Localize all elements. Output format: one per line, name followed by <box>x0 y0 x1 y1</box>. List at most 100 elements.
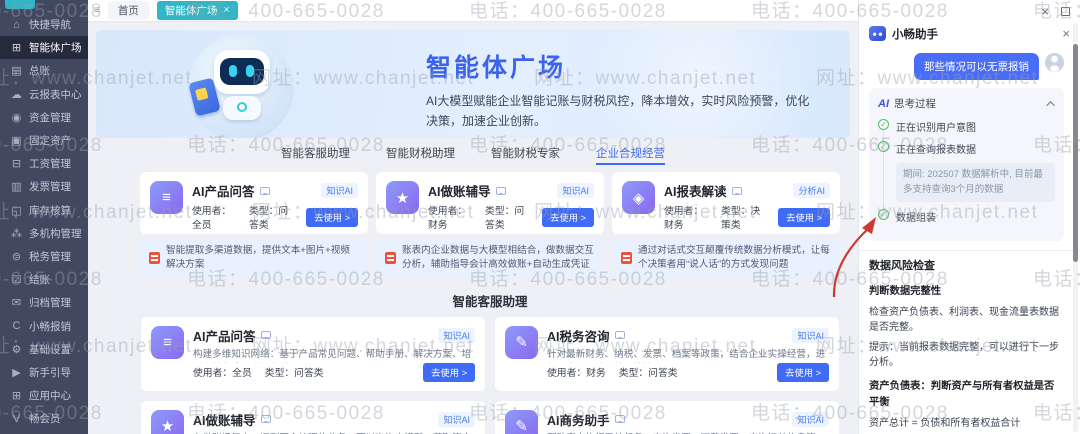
agent-card-body[interactable]: ★ AI做账辅导 知识AI 在做账场景中，遇到不会处理的业务，可以咨询大模型，获… <box>376 172 604 234</box>
sidebar-item-general-ledger[interactable]: ▤ 总账 <box>0 59 88 82</box>
agent-card[interactable]: ✎ AI商务助手 知识AI 帮助客户执行系统任务，查询发票、下载发票、查询订单信… <box>494 399 840 434</box>
closing-icon: ☑ <box>11 274 22 287</box>
org-icon: ⁂ <box>11 227 22 240</box>
robot-eye <box>246 65 254 77</box>
use-button[interactable]: 去使用 > <box>542 207 594 227</box>
sidebar-item-expense[interactable]: C 小畅报销 <box>0 314 88 337</box>
sidebar-item-funds[interactable]: ◉ 资金管理 <box>0 106 88 129</box>
sidebar-item-invoices[interactable]: ▥ 发票管理 <box>0 175 88 198</box>
agent-card[interactable]: ≡ AI产品问答 知识AI 构建多维知识网络：基于产品常见问题、帮助手册、解决方… <box>140 315 486 392</box>
sidebar: ⌂ 快捷导航 ⊞ 智能体广场 ▤ 总账 ☁ 云报表中心 ◉ 资金管理 ▣ 固定资… <box>0 0 88 434</box>
check-icon <box>878 209 889 221</box>
tab-smart-service[interactable]: 智能客服助理 <box>281 145 350 165</box>
close-tab-icon[interactable]: × <box>223 5 229 16</box>
sidebar-item-label: 固定资产 <box>29 135 71 148</box>
thinking-card: AI 思考过程 正在识别用户意图 正在查询报表数据 期间: 202507 数据解… <box>869 88 1064 242</box>
card-type: 类型：问答类 <box>618 368 678 380</box>
thinking-label: 思考过程 <box>894 98 936 110</box>
collapse-menu-icon[interactable]: ≡ <box>94 5 100 16</box>
card-note-text: 智能提取多渠道数据，提供文本+图片+视频解决方案 <box>166 245 350 270</box>
card-title: AI产品问答 <box>193 329 256 344</box>
ai-badge: 知识AI <box>321 183 358 198</box>
use-button[interactable]: 去使用 > <box>306 207 358 227</box>
thinking-step: 数据组装 <box>878 209 1055 224</box>
main-content: 智能体广场 AI大模型赋能企业智能记账与财税风控，降本增效，实时风险预警，优化决… <box>88 22 858 434</box>
agent-card[interactable]: ✎ AI税务咨询 知识AI 针对最新财务、纳税、发票、档案等政策，结合企业实操经… <box>494 315 840 392</box>
inventory-icon: ◱ <box>11 204 22 217</box>
scrollbar-thumb[interactable] <box>1073 44 1078 262</box>
asset-icon: ▣ <box>11 135 22 148</box>
sidebar-item-app-center[interactable]: ⊞ 应用中心 <box>0 384 88 407</box>
assistant-panel: × 小畅助手 × 那些情况可以无票报销 AI 思考过程 ✓ 正在识别用户意图 ✓… <box>858 0 1080 434</box>
agent-card: ★ AI做账辅导 知识AI 在做账场景中，遇到不会处理的业务，可以咨询大模型，获… <box>376 172 604 277</box>
card-note-text: 账表内企业数据与大模型相结合，做数据交互分析，辅助指导会计高效做账+自动生成凭证 <box>402 245 594 270</box>
sidebar-item-label: 智能体广场 <box>29 42 82 55</box>
step-text: 正在识别用户意图 <box>896 123 976 134</box>
sidebar-item-label: 工资管理 <box>29 158 71 171</box>
sidebar-item-quick-nav[interactable]: ⌂ 快捷导航 <box>0 13 88 36</box>
chevron-up-icon[interactable] <box>1046 100 1055 110</box>
tab-compliance[interactable]: 企业合规经营 <box>596 145 665 165</box>
chat-bubble-icon <box>731 186 742 195</box>
main-column: ≡ 首页 智能体广场 × 智能体广场 AI大模型赋能企业智能记账与财税风控，降本… <box>88 0 858 434</box>
use-button[interactable]: 去使用 > <box>778 207 830 227</box>
use-button[interactable]: 去使用 > <box>423 362 475 382</box>
close-icon[interactable]: × <box>1041 5 1049 18</box>
close-assistant-icon[interactable]: × <box>1062 27 1070 40</box>
guide-icon: ▶ <box>12 366 21 379</box>
page-subtitle: AI大模型赋能企业智能记账与财税风控，降本增效，实时风险预警，优化决策，加速企业… <box>426 94 810 128</box>
plaza-icon: ⊞ <box>11 42 22 55</box>
chat-bubble-icon <box>259 186 270 195</box>
sidebar-item-label: 畅会员 <box>29 413 61 426</box>
chat-bubble-icon <box>495 186 506 195</box>
robot-face <box>220 58 264 85</box>
sidebar-item-membership[interactable]: V 畅会员 <box>0 407 88 430</box>
tab-home[interactable]: 首页 <box>107 1 149 20</box>
card-desc: 针对最新财务、纳税、发票、档案等政策，结合企业实操经营，进行咨询、风险评估与管控 <box>547 348 826 360</box>
panel-window-controls: × <box>859 0 1080 22</box>
thinking-step: 正在识别用户意图 <box>878 119 1055 134</box>
business-assistant-icon: ✎ <box>505 409 538 434</box>
tab-agent-plaza[interactable]: 智能体广场 × <box>156 1 238 20</box>
answer-heading: 数据风险检查 <box>869 260 935 273</box>
card-user: 使用者：财务 <box>664 206 704 231</box>
sidebar-item-beginner-guide[interactable]: ▶ 新手引导 <box>0 361 88 384</box>
payroll-icon: ⊟ <box>11 158 22 171</box>
sidebar-item-settings[interactable]: ⚙ 基础设置 <box>0 338 88 361</box>
bookkeeping-icon: ★ <box>151 409 184 434</box>
card-title: AI税务咨询 <box>547 329 610 344</box>
sidebar-item-label: 快捷导航 <box>29 19 71 32</box>
home-icon: ⌂ <box>13 18 20 31</box>
card-type: 类型：决策类 <box>721 206 761 231</box>
tab-smart-finance[interactable]: 智能财税助理 <box>386 145 455 165</box>
sidebar-item-payroll[interactable]: ⊟ 工资管理 <box>0 152 88 175</box>
expand-icon[interactable] <box>1061 6 1070 16</box>
tab-tax-expert[interactable]: 智能财税专家 <box>491 145 560 165</box>
card-note: 账表内企业数据与大模型相结合，做数据交互分析，辅助指导会计高效做账+自动生成凭证 <box>376 239 604 277</box>
card-user: 使用者：全员 <box>193 368 252 380</box>
assistant-conversation: 那些情况可以无票报销 AI 思考过程 正在识别用户意图 正在查询报表数 <box>859 45 1080 434</box>
sidebar-item-tax[interactable]: ⊜ 税务管理 <box>0 245 88 268</box>
sidebar-item-fixed-assets[interactable]: ▣ 固定资产 <box>0 129 88 152</box>
expense-icon: C <box>12 320 21 333</box>
agent-card-body[interactable]: ◈ AI报表解读 分析AI 针对财务三大报表，进行大模型解读，准确合规出表，减少… <box>612 172 840 234</box>
card-title: AI商务助手 <box>547 413 610 428</box>
sidebar-item-multi-org[interactable]: ⁂ 多机构管理 <box>0 222 88 245</box>
product-qa-icon: ≡ <box>150 181 183 214</box>
gear-icon: ⚙ <box>11 343 22 356</box>
sidebar-item-label: 基础设置 <box>29 343 71 356</box>
card-title: AI报表解读 <box>664 185 727 199</box>
agent-card[interactable]: ★ AI做账辅导 知识AI 在做账场景中，遇到不会处理的业务，可以咨询大模型，获… <box>140 399 486 434</box>
use-button[interactable]: 去使用 > <box>777 362 829 382</box>
sidebar-item-agent-plaza[interactable]: ⊞ 智能体广场 <box>0 36 88 60</box>
sidebar-item-closing[interactable]: ☑ 结账 <box>0 268 88 291</box>
agent-card-body[interactable]: ≡ AI产品问答 知识AI 构建多维知识网络：基于产品常见问题、帮助手册、解决方… <box>140 172 368 234</box>
sidebar-item-cloud-reports[interactable]: ☁ 云报表中心 <box>0 83 88 106</box>
card-user: 使用者：财务 <box>428 206 468 231</box>
sidebar-item-inventory[interactable]: ◱ 库存核算 <box>0 199 88 222</box>
sidebar-item-label: 新手引导 <box>29 366 71 379</box>
ai-badge: 分析AI <box>793 183 830 198</box>
sidebar-item-archive[interactable]: ✉ 归档管理 <box>0 291 88 314</box>
check-icon <box>878 119 889 130</box>
list-cards-row: ★ AI做账辅导 知识AI 在做账场景中，遇到不会处理的业务，可以咨询大模型，获… <box>140 399 840 434</box>
